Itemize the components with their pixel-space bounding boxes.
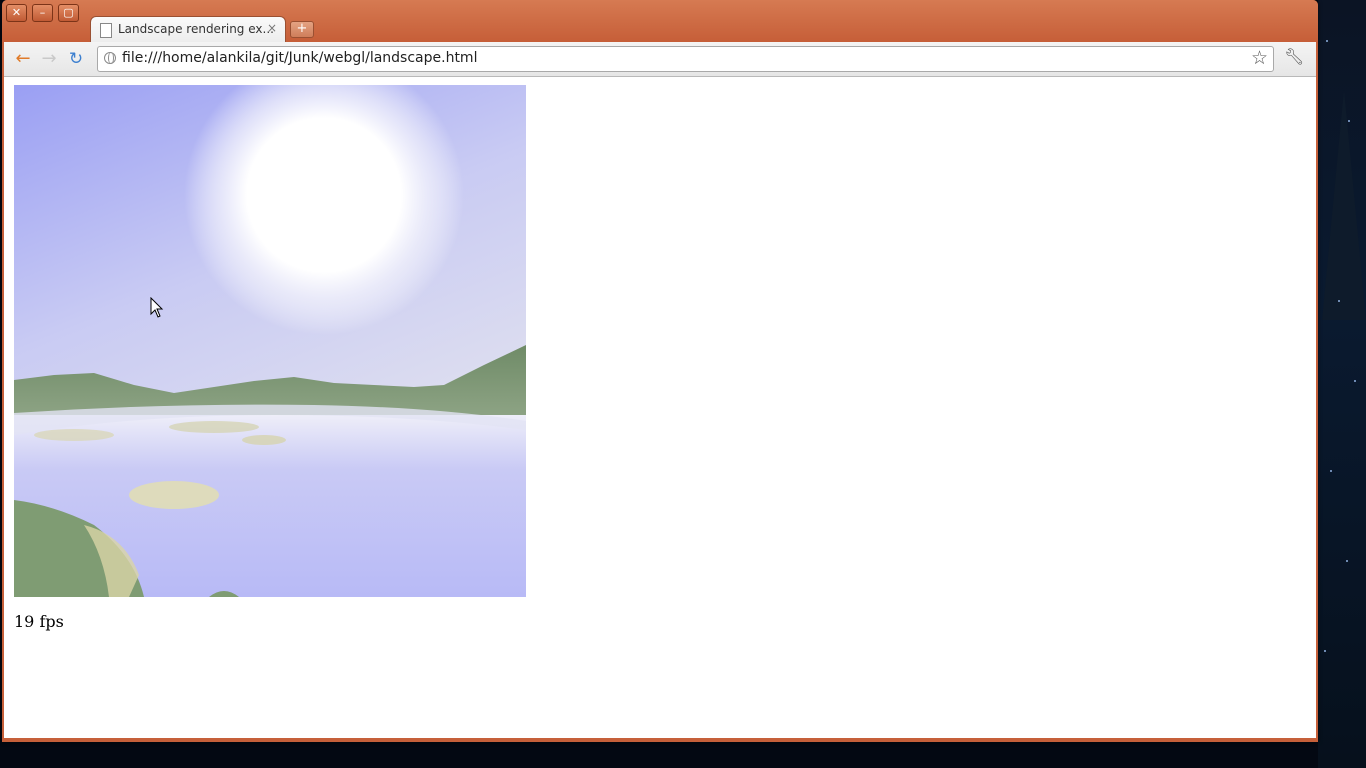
webgl-canvas[interactable]: [14, 85, 526, 597]
tab-close-icon[interactable]: ×: [267, 21, 277, 35]
page-content: 19 fps: [4, 77, 1316, 738]
wallpaper-tree: [1322, 90, 1366, 320]
tab-landscape[interactable]: Landscape rendering ex... ×: [90, 16, 286, 44]
wallpaper-star: [1324, 650, 1326, 652]
minimize-window-button[interactable]: –: [32, 4, 53, 22]
plus-icon: +: [296, 21, 308, 36]
maximize-icon: ▢: [63, 6, 74, 19]
close-icon: ✕: [11, 6, 22, 19]
browser-window: ✕ – ▢ Landscape rendering ex... × + ← → …: [2, 0, 1318, 742]
star-icon[interactable]: ☆: [1251, 47, 1268, 69]
back-button[interactable]: ←: [12, 48, 34, 70]
address-url[interactable]: file:///home/alankila/git/Junk/webgl/lan…: [122, 50, 477, 66]
wallpaper-star: [1338, 300, 1340, 302]
globe-icon: [104, 52, 116, 64]
sandbar: [169, 421, 259, 433]
address-bar[interactable]: file:///home/alankila/git/Junk/webgl/lan…: [97, 46, 1274, 72]
sandbar: [129, 481, 219, 509]
reload-button[interactable]: ↻: [65, 48, 87, 70]
browser-toolbar: ← → ↻ file:///home/alankila/git/Junk/web…: [4, 42, 1316, 77]
reload-icon: ↻: [68, 49, 84, 69]
wallpaper-star: [1330, 470, 1332, 472]
sandbar: [242, 435, 286, 445]
forward-arrow-icon: →: [41, 48, 57, 69]
wallpaper-star: [1348, 120, 1350, 122]
title-bar[interactable]: ✕ – ▢ Landscape rendering ex... × +: [2, 0, 1318, 44]
mouse-cursor-icon: [150, 297, 164, 318]
landscape-render: [14, 85, 526, 597]
tab-title: Landscape rendering ex...: [118, 22, 274, 36]
back-arrow-icon: ←: [15, 48, 31, 69]
wallpaper-star: [1354, 380, 1356, 382]
wrench-icon[interactable]: 🔧︎: [1284, 47, 1304, 66]
close-window-button[interactable]: ✕: [6, 4, 27, 22]
wallpaper-star: [1326, 40, 1328, 42]
maximize-window-button[interactable]: ▢: [58, 4, 79, 22]
forward-button[interactable]: →: [38, 48, 60, 70]
sandbar: [34, 429, 114, 441]
fps-counter: 19 fps: [14, 612, 64, 631]
page-icon: [100, 23, 112, 38]
new-tab-button[interactable]: +: [290, 21, 314, 38]
minimize-icon: –: [39, 6, 46, 19]
wallpaper-star: [1346, 560, 1348, 562]
desktop-wallpaper: [1318, 0, 1366, 768]
